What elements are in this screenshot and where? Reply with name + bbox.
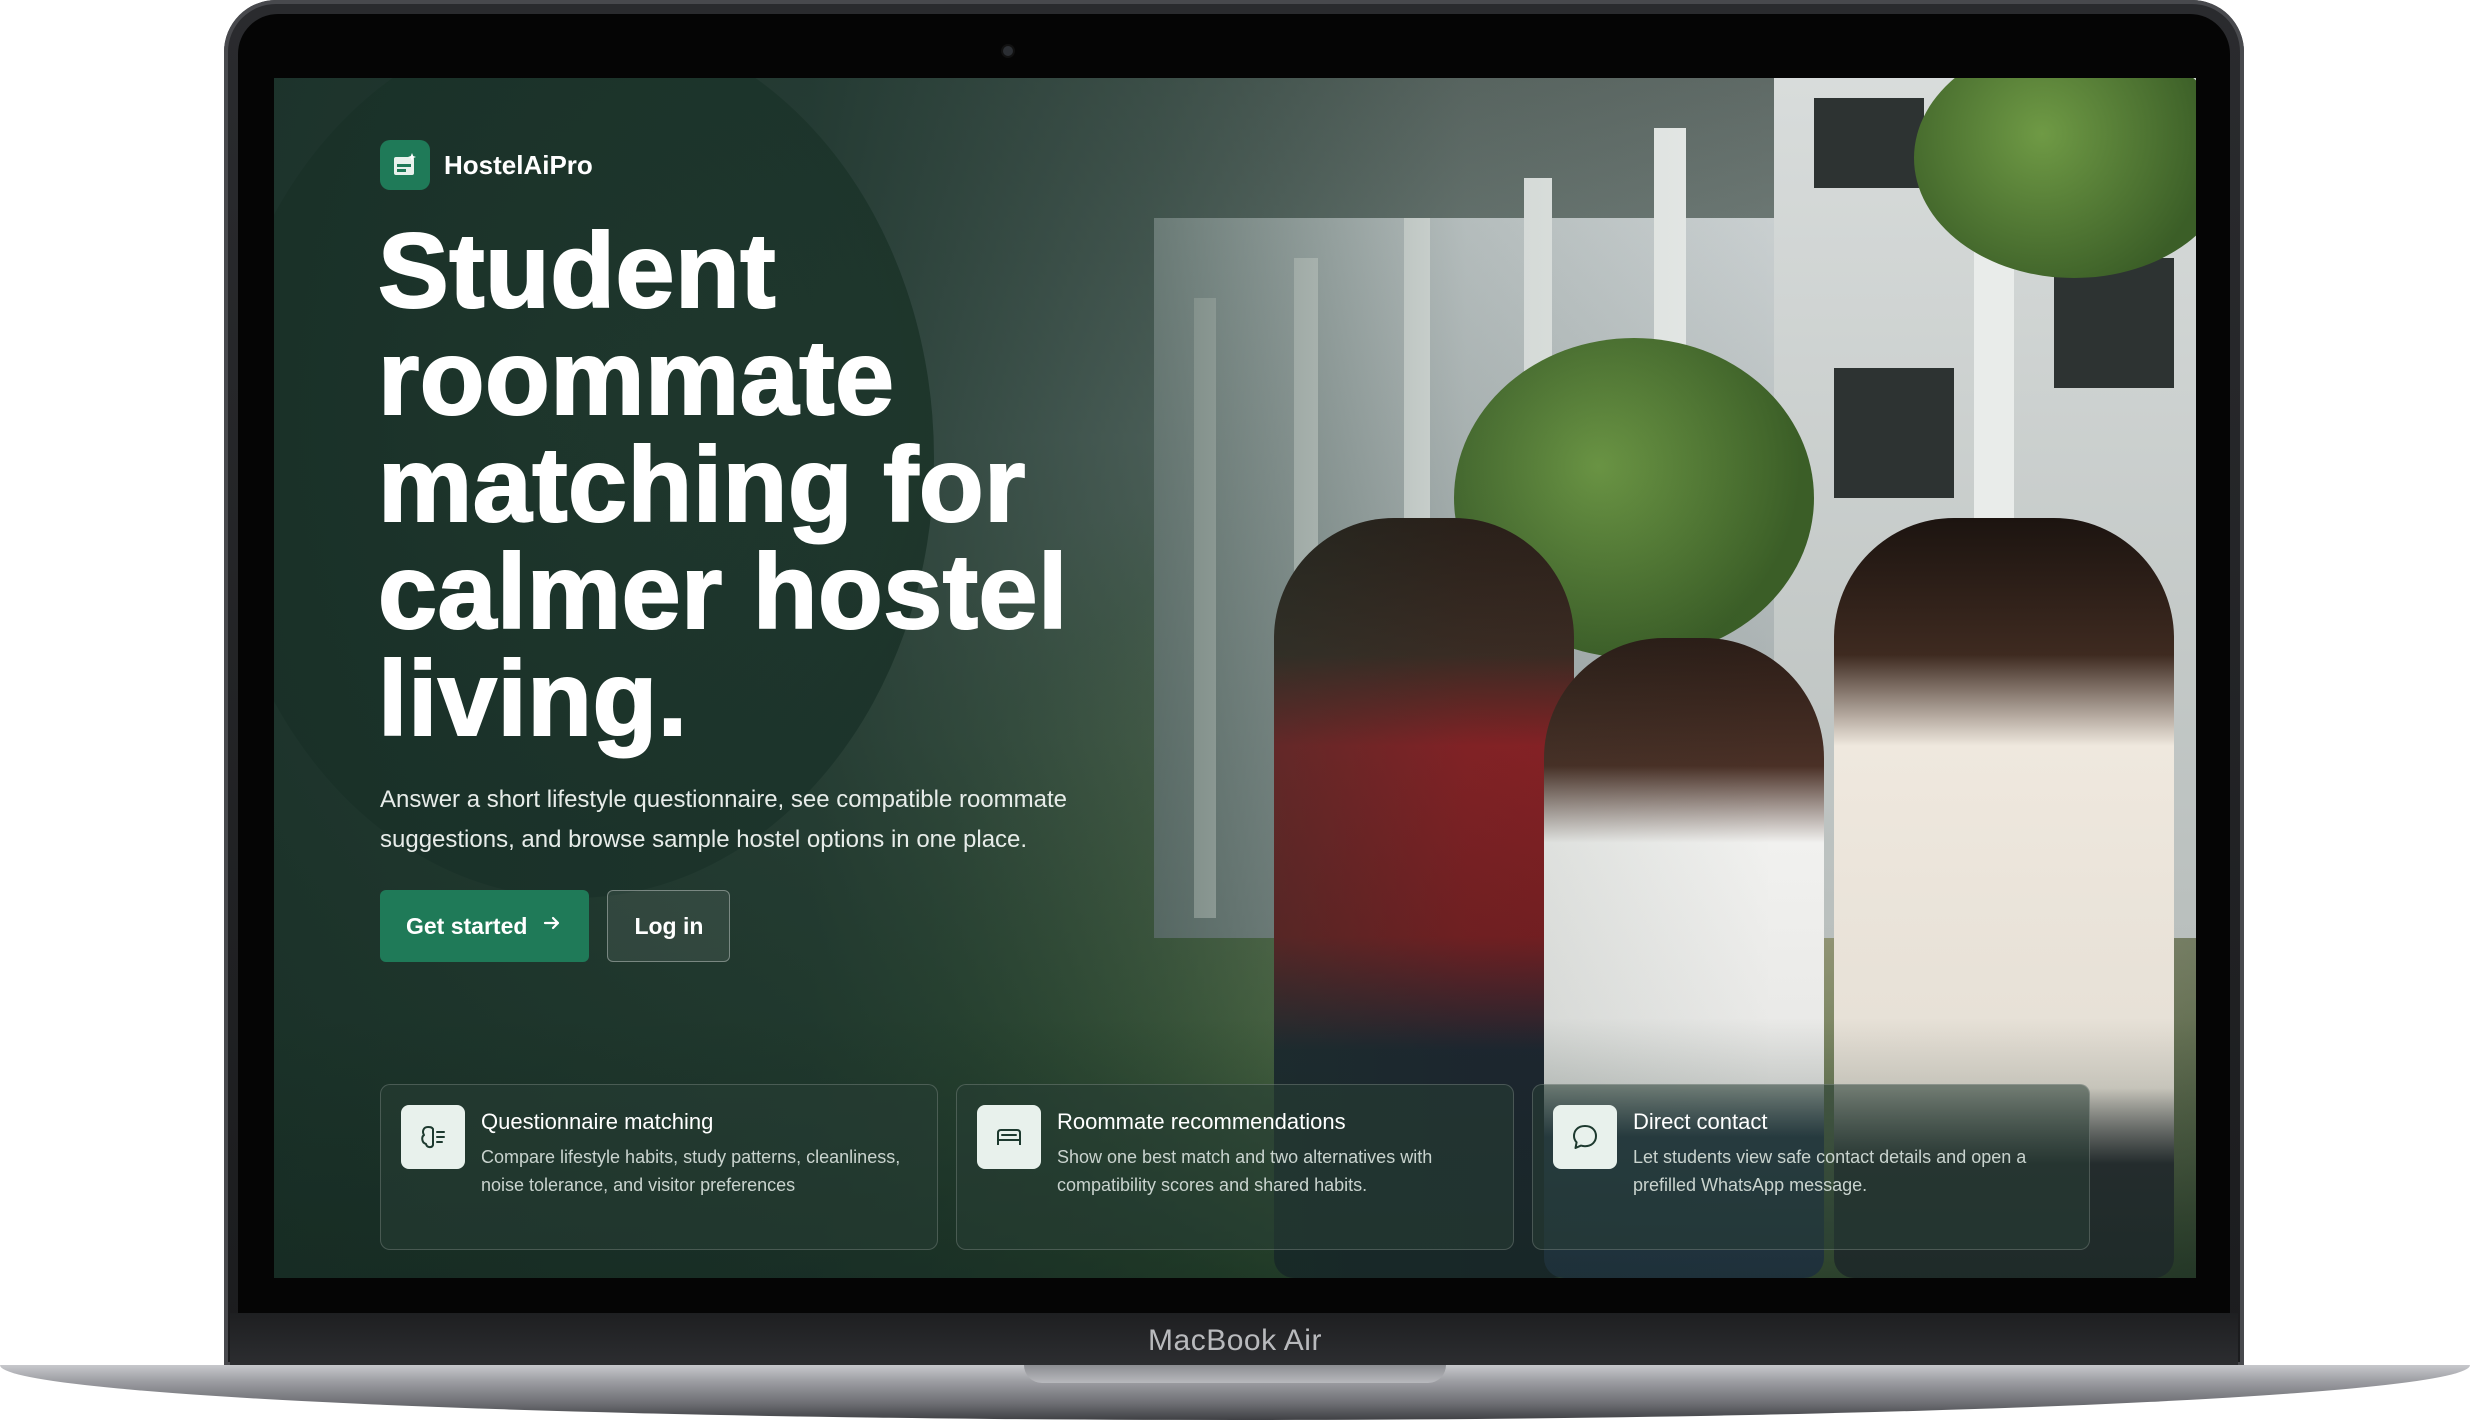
feature-card-recommendations: Roommate recommendations Show one best m… xyxy=(956,1084,1514,1250)
get-started-button[interactable]: Get started xyxy=(380,890,590,962)
feature-card-questionnaire: Questionnaire matching Compare lifestyle… xyxy=(380,1084,938,1250)
feature-description: Compare lifestyle habits, study patterns… xyxy=(481,1147,901,1195)
laptop-hinge-notch xyxy=(1024,1365,1446,1383)
bed-icon xyxy=(977,1105,1041,1169)
get-started-label: Get started xyxy=(406,912,528,939)
feature-description: Let students view safe contact details a… xyxy=(1633,1147,2027,1195)
hero-headline: Student roommate matching for calmer hos… xyxy=(377,212,1068,758)
log-in-button[interactable]: Log in xyxy=(607,890,731,962)
brand-logo[interactable]: HostelAiPro xyxy=(380,140,593,190)
device-label: MacBook Air xyxy=(1148,1324,1322,1357)
arrow-right-icon xyxy=(541,912,563,940)
feature-card-body: Direct contact Let students view safe co… xyxy=(1633,1105,2069,1229)
screen: HostelAiPro Student roommate matching fo… xyxy=(274,78,2196,1278)
feature-description: Show one best match and two alternatives… xyxy=(1057,1147,1433,1195)
feature-title: Direct contact xyxy=(1633,1109,1768,1134)
feature-card-direct-contact: Direct contact Let students view safe co… xyxy=(1532,1084,2090,1250)
feature-title: Questionnaire matching xyxy=(481,1109,714,1134)
hostel-logo-icon xyxy=(380,140,430,190)
feature-cards: Questionnaire matching Compare lifestyle… xyxy=(380,1084,2090,1250)
questionnaire-icon xyxy=(401,1105,465,1169)
feature-title: Roommate recommendations xyxy=(1057,1109,1346,1134)
hero-cta-row: Get started Log in xyxy=(380,890,731,962)
camera xyxy=(1003,46,1013,56)
chat-bubble-icon xyxy=(1553,1105,1617,1169)
feature-card-body: Roommate recommendations Show one best m… xyxy=(1057,1105,1493,1229)
feature-card-body: Questionnaire matching Compare lifestyle… xyxy=(481,1105,917,1229)
brand-name: HostelAiPro xyxy=(444,149,593,180)
hero-subtitle: Answer a short lifestyle questionnaire, … xyxy=(380,786,1067,853)
